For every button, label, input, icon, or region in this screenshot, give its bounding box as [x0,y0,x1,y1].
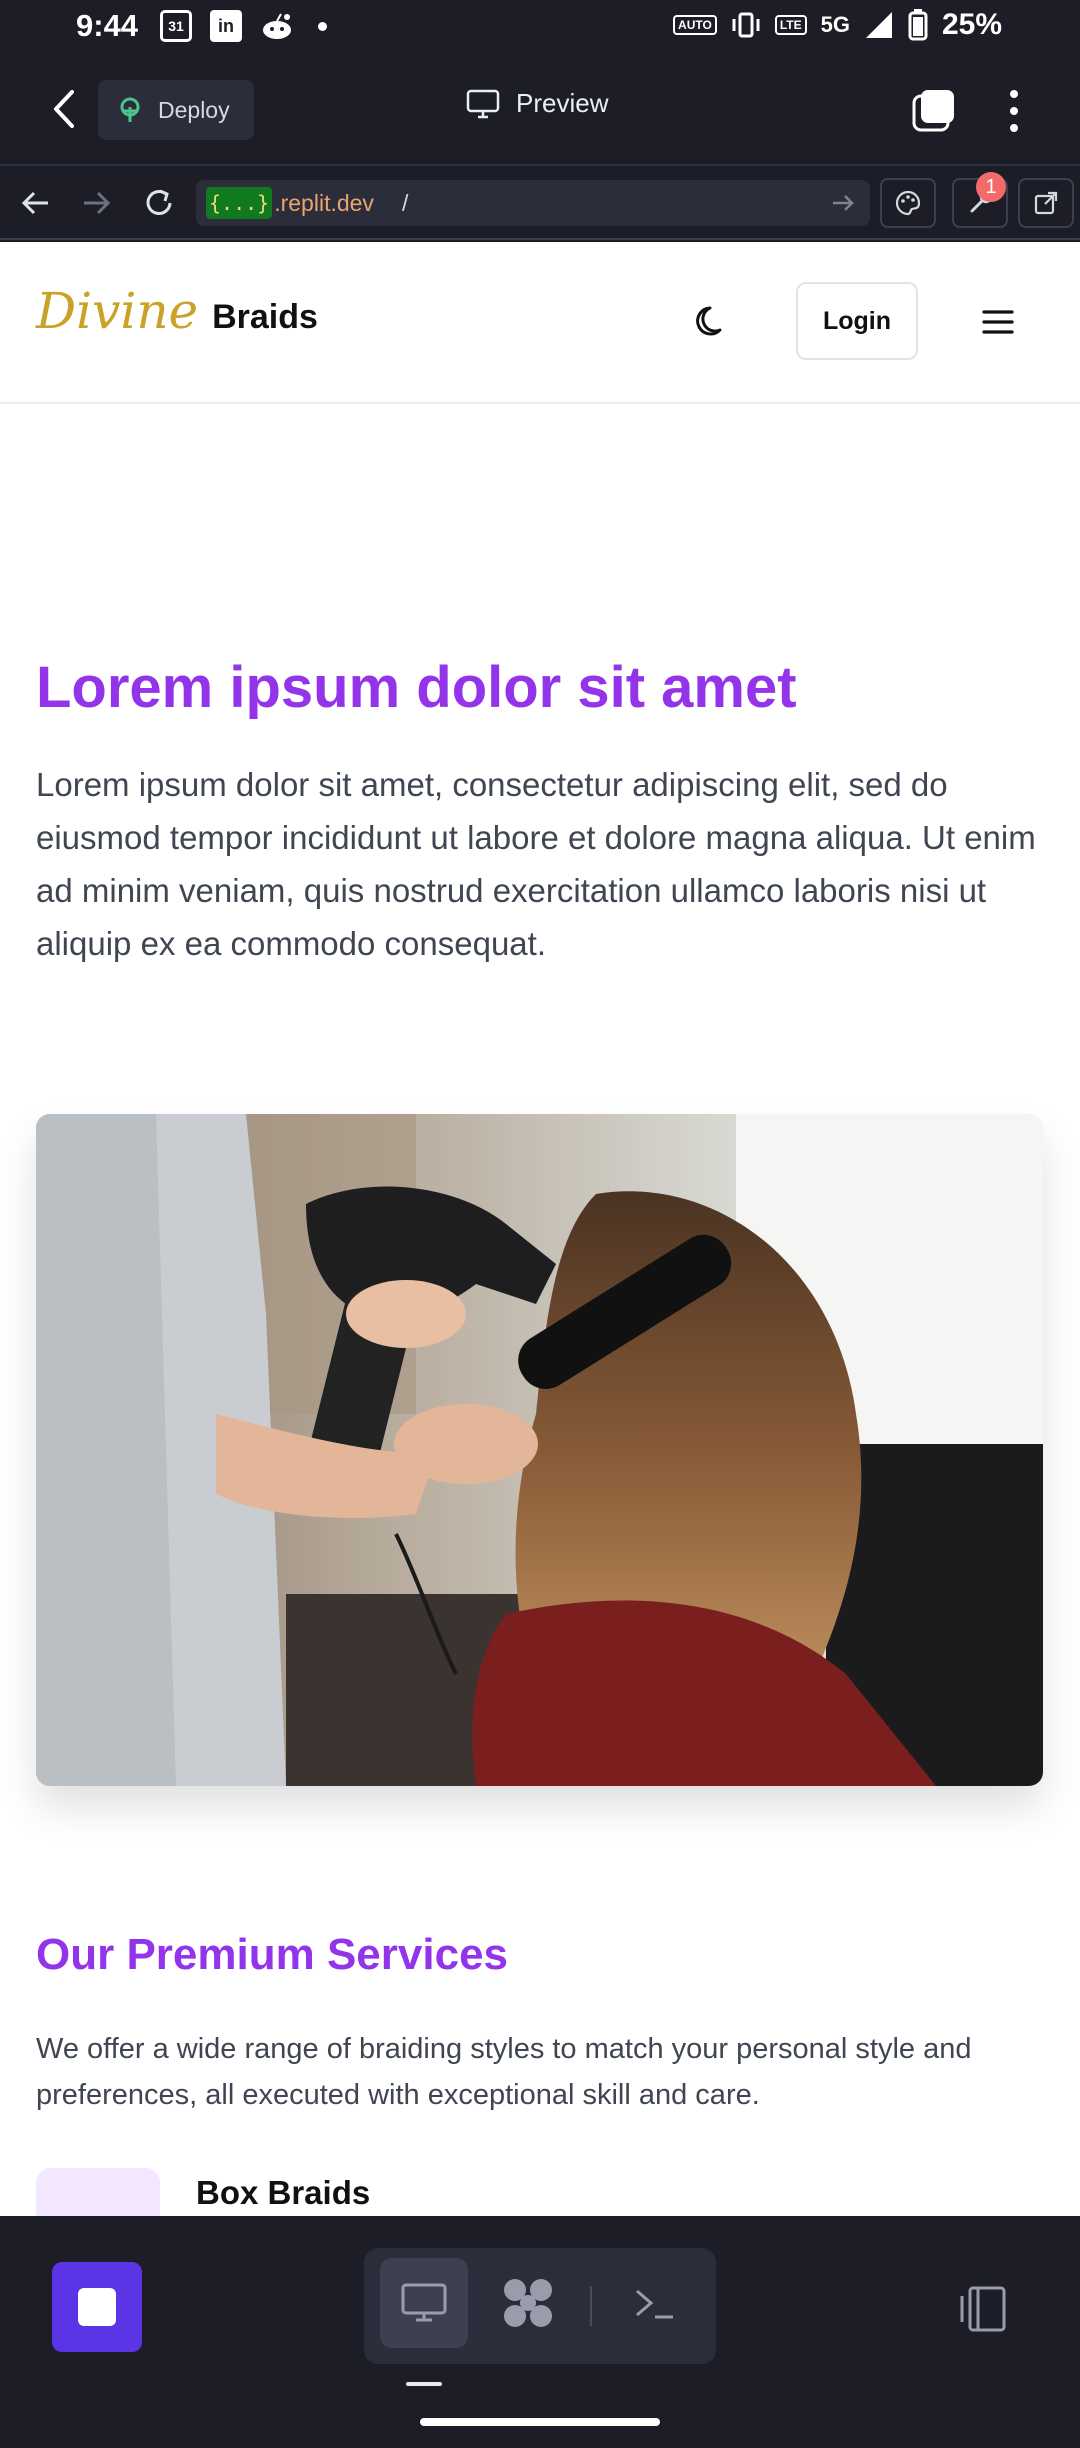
battery-icon [908,9,928,41]
battery-percent: 25% [941,8,1002,41]
hero-title: Lorem ipsum dolor sit amet [36,655,797,720]
notification-icons: 31 in [160,10,327,42]
preview-page: Divine Braids Login Lorem ipsum dolor si… [0,242,1080,2216]
stop-button[interactable] [52,2262,142,2352]
site-header: Divine Braids Login [0,242,1080,404]
url-input[interactable]: {...} .replit.dev / [196,180,870,226]
network-type: 5G [820,12,850,37]
status-time: 9:44 [76,8,139,43]
service-name[interactable]: Box Braids [196,2174,370,2212]
terminal-icon [636,2289,673,2319]
url-bar-row: {...} .replit.dev / [0,166,1080,240]
replit-toolbar: Deploy Preview [0,54,1080,166]
reload-icon[interactable] [140,184,178,222]
home-indicator[interactable] [420,2418,660,2426]
hero-image [36,1114,1043,1786]
notification-badge: 1 [976,172,1006,202]
status-bar: 9:44 31 in AUTO LTE 5G 25% [0,0,1080,54]
monitor-icon [466,89,500,118]
deploy-label: Deploy [158,96,230,123]
url-badge: {...} [206,187,273,219]
system-status: AUTO LTE 5G 25% [673,8,1002,42]
deploy-icon [120,97,140,122]
braid-icon [36,2168,160,2216]
logo-script: Divine [36,282,199,340]
hero-text: Lorem ipsum dolor sit amet, consectetur … [36,766,1036,962]
monitor-icon [401,2283,447,2322]
preview-view-button[interactable] [380,2258,468,2348]
services-text: We offer a wide range of braiding styles… [36,2033,972,2111]
chevron-left-icon[interactable] [44,84,84,134]
workspace-view-button[interactable] [484,2258,572,2348]
deploy-button[interactable]: Deploy [98,80,254,140]
apps-grid-icon [504,2279,552,2327]
calendar-icon: 31 [160,10,192,42]
linkedin-icon: in [210,10,242,42]
reddit-icon [263,13,291,39]
moon-icon[interactable] [692,302,732,342]
signal-icon [865,12,892,38]
segment-divider [590,2286,592,2326]
palette-icon [895,190,921,216]
kebab-menu-icon[interactable] [1000,86,1028,136]
split-view-icon[interactable] [956,2284,1008,2334]
devtools-button[interactable] [880,178,936,228]
volte-icon: LTE [774,15,807,35]
preview-label: Preview [516,88,609,118]
login-button[interactable]: Login [796,282,918,360]
url-path: / [401,189,409,216]
auto-brightness-icon: AUTO [673,15,717,35]
hamburger-icon[interactable] [980,304,1016,340]
vibrate-icon [732,12,760,38]
tabs-icon[interactable] [912,88,956,132]
console-view-button[interactable] [610,2258,698,2348]
replit-bottom-bar [0,2216,1080,2448]
site-logo[interactable]: Divine Braids [36,282,318,340]
gesture-indicator [406,2382,442,2386]
service-icon-box [36,2168,160,2216]
stop-icon [78,2288,116,2326]
open-new-tab-button[interactable] [1018,178,1074,228]
services-title: Our Premium Services [36,1930,509,1979]
external-link-icon [1034,191,1058,215]
arrow-left-icon[interactable] [16,184,54,222]
go-arrow-icon[interactable] [828,188,858,218]
hair-salon-photo [36,1114,1043,1786]
url-host: .replit.dev [274,189,374,216]
arrow-right-icon[interactable] [78,184,116,222]
logo-word: Braids [212,298,318,336]
preview-tab[interactable]: Preview [466,88,608,119]
view-switcher [364,2248,716,2364]
more-notifications-dot [318,21,327,31]
